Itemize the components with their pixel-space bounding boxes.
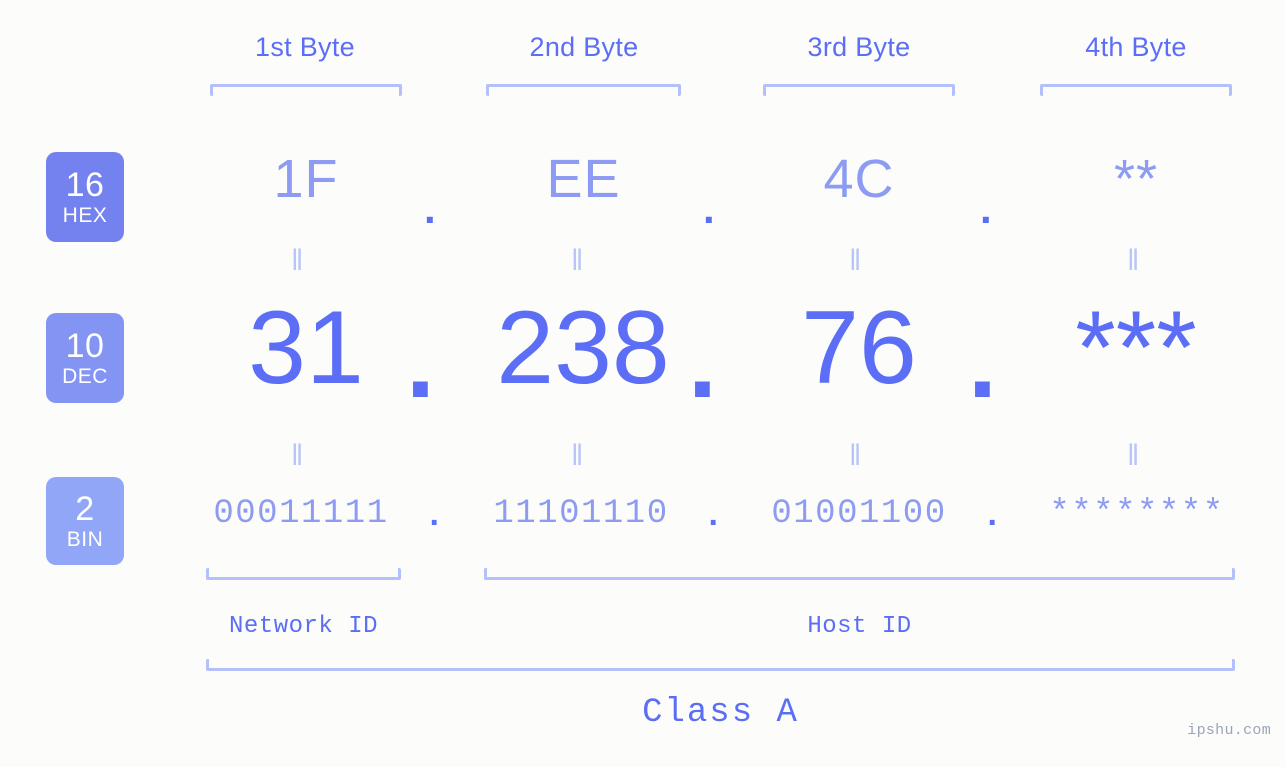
equals-mark-decbin-2: ‖ (571, 439, 586, 472)
dec-byte-4: *** (1075, 290, 1197, 406)
hex-byte-4: ** (1113, 149, 1159, 209)
byte-bracket-3 (763, 84, 955, 96)
dec-byte-2: 238 (496, 290, 670, 406)
host-id-label: Host ID (807, 613, 912, 640)
hex-separator-2: . (703, 185, 715, 232)
bin-byte-1: 00011111 (213, 495, 389, 533)
bin-separator-2: . (703, 498, 724, 536)
hex-byte-2: EE (546, 149, 621, 209)
byte-bracket-2 (486, 84, 681, 96)
base-badge-dec: 10 DEC (46, 313, 124, 403)
base-badge-bin: 2 BIN (46, 477, 124, 565)
equals-mark-hexdec-1: ‖ (291, 244, 306, 277)
equals-mark-hexdec-3: ‖ (849, 244, 864, 277)
byte-header-3: 3rd Byte (807, 32, 911, 62)
byte-header-4: 4th Byte (1085, 32, 1187, 62)
base-badge-bin-number: 2 (75, 490, 95, 528)
bin-separator-3: . (982, 498, 1003, 536)
equals-mark-decbin-3: ‖ (849, 439, 864, 472)
byte-header-2: 2nd Byte (529, 32, 639, 62)
class-label: Class A (642, 694, 799, 732)
equals-mark-decbin-4: ‖ (1127, 439, 1142, 472)
bin-byte-3: 01001100 (771, 495, 947, 533)
bin-byte-4: ******** (1049, 495, 1225, 533)
base-badge-bin-name: BIN (66, 528, 104, 551)
dec-byte-1: 31 (248, 290, 364, 406)
base-badge-hex: 16 HEX (46, 152, 124, 242)
ip-address-diagram: 1st Byte 2nd Byte 3rd Byte 4th Byte 16 H… (0, 0, 1285, 767)
byte-bracket-1 (210, 84, 402, 96)
dec-separator-2: . (688, 304, 717, 420)
dec-byte-3: 76 (801, 290, 917, 406)
dec-separator-1: . (406, 304, 435, 420)
watermark: ipshu.com (1187, 722, 1271, 739)
equals-mark-decbin-1: ‖ (291, 439, 306, 472)
host-id-bracket (484, 568, 1235, 580)
class-bracket (206, 659, 1235, 671)
base-badge-hex-number: 16 (65, 166, 105, 204)
byte-bracket-4 (1040, 84, 1232, 96)
network-id-label: Network ID (228, 613, 379, 640)
equals-mark-hexdec-2: ‖ (571, 244, 586, 277)
hex-byte-3: 4C (823, 149, 895, 209)
hex-separator-1: . (424, 185, 436, 232)
base-badge-dec-name: DEC (62, 365, 108, 388)
hex-byte-1: 1F (273, 149, 339, 209)
hex-separator-3: . (980, 185, 992, 232)
byte-header-1: 1st Byte (255, 32, 355, 62)
bin-byte-2: 11101110 (493, 495, 669, 533)
bin-separator-1: . (424, 498, 445, 536)
base-badge-hex-name: HEX (62, 204, 108, 227)
base-badge-dec-number: 10 (65, 327, 105, 365)
dec-separator-3: . (968, 304, 997, 420)
network-id-bracket (206, 568, 401, 580)
equals-mark-hexdec-4: ‖ (1127, 244, 1142, 277)
